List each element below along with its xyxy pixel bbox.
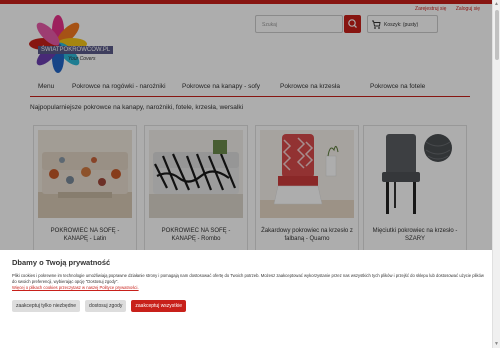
accept-all-button[interactable]: zaakceptuj wszystkie [131,300,187,312]
cookie-buttons: zaakceptuj tylko niezbędne dostosuj zgod… [12,300,187,312]
cookie-body: Pliki cookies i pokrewne im technologie … [12,273,484,285]
scroll-down-icon[interactable]: ▼ [494,341,499,347]
scrollbar-thumb[interactable] [495,10,499,60]
page: Zarejestruj się Zaloguj się ŚWIATPOKROWC… [0,0,492,348]
scrollbar[interactable]: ▲ ▼ [492,0,500,348]
customize-consents-button[interactable]: dostosuj zgody [85,300,127,312]
cookie-text: Pliki cookies i pokrewne im technologie … [12,273,487,291]
scroll-up-icon[interactable]: ▲ [494,1,499,7]
accept-necessary-button[interactable]: zaakceptuj tylko niezbędne [12,300,81,312]
cookie-consent-banner: Dbamy o Twoją prywatność Pliki cookies i… [0,250,492,348]
cookie-title: Dbamy o Twoją prywatność [12,258,111,267]
privacy-policy-link[interactable]: Więcej o plikach cookies przeczytasz w n… [12,285,139,290]
